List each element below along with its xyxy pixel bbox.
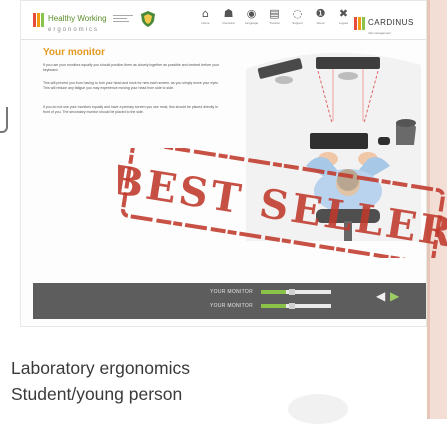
play-arrow-icon[interactable]: ▶ [390,290,399,302]
keyboard [310,133,368,149]
main-navigation: ⌂ Home ☗ Overview ◉ Language ▤ Tutorial … [196,7,353,26]
nav-logout-label: Logout [338,21,349,25]
cardinus-logo[interactable]: CARDINUS risk management [354,12,414,35]
previous-arrow-icon[interactable]: ◀ [376,290,385,302]
nav-tutorial-label: Tutorial [269,21,280,25]
nav-about[interactable]: ❶ About [311,7,330,26]
mouse [378,137,390,145]
slider-fill-2 [261,304,286,308]
bracket-decoration [0,107,10,135]
slider-fill-1 [261,290,286,294]
monitor-control-row-1: YOUR MONITOR [183,289,331,295]
faded-product-image [288,394,348,424]
crest-icon [141,11,155,27]
brand-subtitle: risk management [368,31,392,35]
app-header: Healthy Working ergonomics ⌂ Home ☗ Over… [21,1,426,40]
nav-language-label: Language [244,21,259,25]
nav-tutorial[interactable]: ▤ Tutorial [265,7,284,26]
logo-subtitle: ergonomics [48,26,100,33]
stamp-group: BEST SELLER [118,148,447,258]
logo-name: Healthy Working [48,13,107,23]
help-icon: ◌ [292,7,303,20]
monitor-slider-1[interactable] [261,289,331,295]
control-label-1: YOUR MONITOR [210,289,253,295]
nav-overview[interactable]: ☗ Overview [219,7,238,26]
page-title: Your monitor [43,47,106,58]
body-paragraph-1: If you use your monitors equally you sho… [43,63,219,72]
close-icon: ✖ [338,7,349,20]
healthy-working-logo[interactable]: Healthy Working ergonomics [33,11,107,33]
globe-icon: ◉ [246,7,257,20]
caption-laboratory-ergonomics: Laboratory ergonomics [11,358,190,378]
body-paragraph-2: This will prevent you from having to tur… [43,81,219,90]
monitor-slider-2[interactable] [261,303,331,309]
document-icon: ▤ [269,7,280,20]
nav-language[interactable]: ◉ Language [242,7,261,26]
nav-overview-label: Overview [222,21,235,25]
nav-home[interactable]: ⌂ Home [196,7,215,26]
slider-thumb-1[interactable] [289,289,295,295]
monitor-control-row-2: YOUR MONITOR [183,303,331,309]
people-icon: ☗ [223,7,234,20]
caption-student-young-person: Student/young person [11,384,183,404]
telephone [396,119,416,145]
logo-bars [33,13,44,27]
nav-logout[interactable]: ✖ Logout [334,7,353,26]
slider-thumb-2[interactable] [289,303,295,309]
brand-name: CARDINUS [368,18,414,27]
control-bar: YOUR MONITOR YOUR MONITOR ◀ ▶ [33,283,426,319]
cardinus-bars [354,17,365,30]
nav-support-label: Support [292,21,303,25]
logo-tagline-graphic [113,13,133,25]
home-icon: ⌂ [202,7,209,20]
nav-support[interactable]: ◌ Support [288,7,307,26]
info-icon: ❶ [315,7,326,20]
body-paragraph-3: If you do not use your monitors equally … [43,105,218,114]
best-seller-stamp: BEST SELLER [118,148,447,258]
nav-home-label: Home [201,21,210,25]
nav-about-label: About [316,21,325,25]
control-label-2: YOUR MONITOR [210,303,253,309]
